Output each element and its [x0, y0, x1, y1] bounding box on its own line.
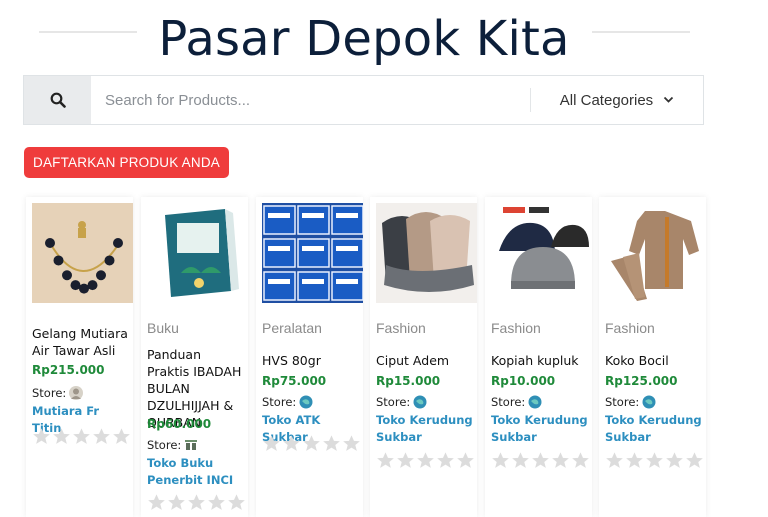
star-icon [187, 493, 206, 512]
search-icon [50, 92, 66, 108]
paper-reams-image[interactable] [262, 203, 363, 303]
star-icon [376, 451, 395, 470]
star-icon [282, 434, 301, 453]
product-name[interactable]: Koko Bocil [605, 352, 705, 369]
avatar-icon [69, 386, 84, 400]
store-row: Store: [605, 395, 656, 409]
star-icon [491, 451, 510, 470]
product-price: Rp60.000 [147, 417, 212, 431]
product-card[interactable]: Peralatan HVS 80gr Rp75.000 Store: Toko ATK … [256, 197, 363, 517]
star-icon [685, 451, 704, 470]
store-label: Store: [491, 395, 526, 409]
star-icon [645, 451, 664, 470]
star-icon [531, 451, 550, 470]
product-category[interactable]: Buku [147, 320, 179, 336]
store-label: Store: [262, 395, 297, 409]
ciput-image[interactable] [376, 203, 477, 303]
product-card[interactable]: Fashion Kopiah kupluk Rp10.000 Store: Toko K… [485, 197, 592, 517]
star-icon [227, 493, 246, 512]
product-card[interactable]: Gelang Mutiara Air Tawar Asli Rp215.000 St… [26, 197, 133, 517]
star-icon [436, 451, 455, 470]
star-icon [456, 451, 475, 470]
store-label: Store: [376, 395, 411, 409]
product-price: Rp215.000 [32, 363, 105, 377]
store-label: Store: [32, 386, 67, 400]
globe-icon [299, 395, 313, 409]
product-category[interactable]: Fashion [491, 320, 541, 336]
store-link[interactable]: Toko Kerudung Sukbar [491, 412, 591, 446]
product-category[interactable]: Fashion [605, 320, 655, 336]
store-link[interactable]: Toko Buku Penerbit INCI [147, 455, 247, 489]
rating-stars [605, 451, 704, 470]
star-icon [665, 451, 684, 470]
star-icon [32, 427, 51, 446]
star-icon [416, 451, 435, 470]
header: Pasar Depok Kita [0, 8, 728, 72]
star-icon [571, 451, 590, 470]
store-row: Store: [491, 395, 542, 409]
rating-stars [32, 427, 131, 446]
rating-stars [262, 434, 361, 453]
store-row: Store: [262, 395, 313, 409]
star-icon [167, 493, 186, 512]
globe-icon [413, 395, 427, 409]
star-icon [207, 493, 226, 512]
kopiah-image[interactable] [491, 203, 592, 303]
star-icon [396, 451, 415, 470]
star-icon [302, 434, 321, 453]
product-card[interactable]: Buku Panduan Praktis IBADAH BULAN DZULHIJ… [141, 197, 248, 517]
star-icon [262, 434, 281, 453]
star-icon [72, 427, 91, 446]
star-icon [605, 451, 624, 470]
product-price: Rp75.000 [262, 374, 327, 388]
star-icon [52, 427, 71, 446]
search-input[interactable] [91, 76, 530, 124]
bracelet-image[interactable] [32, 203, 133, 303]
rating-stars [376, 451, 475, 470]
product-price: Rp10.000 [491, 374, 556, 388]
chevron-down-icon [664, 96, 674, 103]
rating-stars [491, 451, 590, 470]
category-select[interactable]: All Categories [531, 76, 703, 124]
rating-stars [147, 493, 246, 512]
search-bar: All Categories [23, 75, 704, 125]
category-select-label: All Categories [559, 91, 654, 109]
product-price: Rp125.000 [605, 374, 678, 388]
star-icon [112, 427, 131, 446]
globe-icon [528, 395, 542, 409]
star-icon [147, 493, 166, 512]
register-product-button[interactable]: DAFTARKAN PRODUK ANDA [24, 147, 229, 178]
product-name[interactable]: HVS 80gr [262, 352, 362, 369]
store-row: Store: [32, 386, 84, 400]
store-label: Store: [605, 395, 640, 409]
product-name[interactable]: Gelang Mutiara Air Tawar Asli [32, 325, 132, 359]
book-cover-image[interactable] [147, 203, 248, 303]
store-row: Store: [376, 395, 427, 409]
product-category[interactable]: Fashion [376, 320, 426, 336]
star-icon [92, 427, 111, 446]
site-title: Pasar Depok Kita [158, 11, 570, 67]
store-row: Store: [147, 438, 199, 452]
product-name[interactable]: Kopiah kupluk [491, 352, 591, 369]
product-name[interactable]: Ciput Adem [376, 352, 476, 369]
star-icon [625, 451, 644, 470]
product-card[interactable]: Fashion Ciput Adem Rp15.000 Store: Toko Keru… [370, 197, 477, 517]
globe-icon [642, 395, 656, 409]
koko-image[interactable] [605, 203, 706, 303]
product-card[interactable]: Fashion Koko Bocil Rp125.000 Store: Toko Ker… [599, 197, 706, 517]
store-label: Store: [147, 438, 182, 452]
product-category[interactable]: Peralatan [262, 320, 322, 336]
star-icon [551, 451, 570, 470]
star-icon [511, 451, 530, 470]
store-link[interactable]: Toko Kerudung Sukbar [376, 412, 476, 446]
store-link[interactable]: Toko Kerudung Sukbar [605, 412, 705, 446]
star-icon [342, 434, 361, 453]
product-price: Rp15.000 [376, 374, 441, 388]
search-button[interactable] [24, 76, 91, 124]
star-icon [322, 434, 341, 453]
store-logo-icon [184, 438, 199, 452]
